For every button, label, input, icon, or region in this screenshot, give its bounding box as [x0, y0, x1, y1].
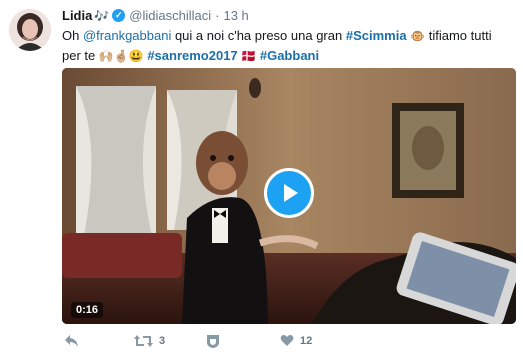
text-segment: Oh: [62, 28, 83, 43]
flag-emoji: 🇩🇰: [241, 49, 257, 63]
hands-emoji: 🙌🏼🤞🏼😃: [98, 49, 144, 63]
verified-badge-icon: ✓: [112, 9, 126, 22]
tweet-header: Lidia 🎶 ✓ @lidiaschillaci · 13 h: [62, 8, 249, 23]
like-count: 12: [300, 334, 313, 347]
video-duration: 0:16: [71, 302, 104, 318]
play-icon: [284, 184, 298, 202]
tweet-card[interactable]: Lidia 🎶 ✓ @lidiaschillaci · 13 h Oh @fra…: [0, 0, 523, 358]
retweet-icon: [134, 335, 153, 347]
video-player[interactable]: 0:16: [62, 68, 516, 324]
display-name[interactable]: Lidia: [62, 8, 92, 23]
handle[interactable]: @lidiaschillaci: [129, 8, 211, 23]
timestamp[interactable]: 13 h: [223, 8, 248, 23]
play-button[interactable]: [264, 168, 314, 218]
tweet-actions: 3 12: [62, 334, 516, 352]
retweet-count: 3: [159, 335, 166, 347]
avatar[interactable]: [9, 9, 51, 51]
mention-link[interactable]: @frankgabbani: [83, 28, 171, 43]
like-button[interactable]: 12: [280, 334, 312, 347]
separator: ·: [215, 8, 220, 23]
shield-icon: [207, 335, 219, 348]
reply-icon: [65, 335, 78, 347]
monkey-emoji: 🐵: [410, 29, 426, 43]
hashtag-gabbani[interactable]: #Gabbani: [260, 48, 319, 63]
tweet-text: Oh @frankgabbani qui a noi c'ha preso un…: [62, 26, 512, 66]
text-segment: qui a noi c'ha preso una gran: [171, 28, 346, 43]
shield-button[interactable]: [206, 334, 220, 349]
heart-icon: [280, 335, 294, 346]
hashtag-sanremo2017[interactable]: #sanremo2017: [147, 48, 237, 63]
music-notes-icon: 🎶: [94, 8, 110, 23]
reply-button[interactable]: [64, 334, 79, 348]
hashtag-scimmia[interactable]: #Scimmia: [346, 28, 407, 43]
retweet-button[interactable]: 3: [134, 334, 165, 348]
avatar-image: [9, 9, 51, 51]
